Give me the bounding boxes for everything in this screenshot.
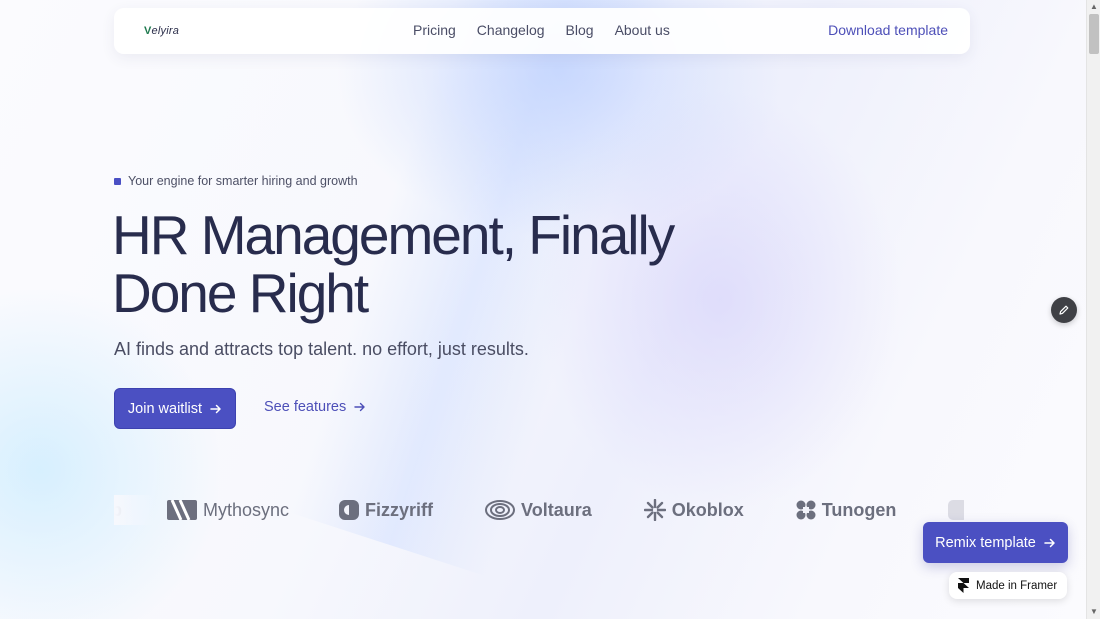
nav-link-blog[interactable]: Blog (566, 22, 594, 38)
pencil-icon (1059, 305, 1069, 315)
remix-template-button[interactable]: Remix template (923, 522, 1068, 563)
hero-subhead: AI finds and attracts top talent. no eff… (114, 339, 529, 359)
remix-template-label: Remix template (935, 534, 1036, 551)
client-logo-fizzyriff-name: Fizzyriff (365, 499, 434, 520)
marquee-fade-left (114, 495, 154, 525)
scroll-down-icon[interactable]: ▼ (1087, 605, 1100, 619)
page: Velyira Pricing Changelog Blog About us … (0, 0, 1086, 619)
nav-link-changelog[interactable]: Changelog (477, 22, 545, 38)
tagline-square-icon (114, 177, 121, 185)
see-features-link[interactable]: See features (264, 399, 366, 415)
made-in-framer-badge[interactable]: Made in Framer (949, 572, 1067, 599)
client-logo-faded (948, 495, 964, 525)
join-waitlist-button[interactable]: Join waitlist (114, 388, 236, 429)
arrow-right-icon (354, 402, 365, 412)
faded-logo-icon (948, 500, 964, 520)
client-logo-voltaura: Voltaura (485, 495, 592, 525)
tagline: Your engine for smarter hiring and growt… (128, 174, 358, 188)
nav-link-about-us[interactable]: About us (615, 22, 670, 38)
tunogen-icon (796, 500, 816, 520)
nav-links: Pricing Changelog Blog About us (413, 22, 670, 38)
join-waitlist-label: Join waitlist (127, 400, 203, 417)
framer-icon (958, 578, 969, 593)
page-scrollbar[interactable]: ▲ ▼ (1086, 0, 1100, 619)
top-navbar: Velyira Pricing Changelog Blog About us … (114, 8, 970, 54)
client-logos-track: op Mythosync Fizzyriff (114, 495, 964, 525)
hero-headline: HR Management, Finally Done Right (112, 204, 675, 324)
fizzyriff-icon (339, 500, 360, 520)
client-logo-okoblox-name: Okoblox (671, 499, 744, 520)
client-logos-marquee: op Mythosync Fizzyriff (114, 495, 964, 525)
client-logo-mythosync: Mythosync (167, 495, 289, 525)
client-logo-voltaura-name: Voltaura (521, 499, 592, 520)
download-template-link[interactable]: Download template (828, 22, 948, 38)
client-logo-tunogen-name: Tunogen (821, 499, 897, 520)
brand-logo[interactable]: Velyira (144, 25, 179, 37)
client-logo-mythosync-name: Mythosync (203, 499, 290, 520)
voltaura-icon (485, 500, 516, 520)
nav-link-pricing[interactable]: Pricing (413, 22, 456, 38)
tagline-row: Your engine for smarter hiring and growt… (114, 174, 358, 188)
arrow-right-icon (1044, 538, 1055, 547)
brand-logo-text: elyira (151, 25, 180, 37)
mythosync-icon (167, 500, 197, 520)
made-in-framer-label: Made in Framer (976, 579, 1058, 592)
scroll-up-icon[interactable]: ▲ (1087, 0, 1100, 14)
client-logo-tunogen: Tunogen (796, 495, 897, 525)
scrollbar-thumb[interactable] (1089, 14, 1099, 54)
see-features-label: See features (264, 399, 347, 415)
edit-pencil-button[interactable] (1051, 297, 1077, 323)
arrow-right-icon (210, 404, 221, 413)
okoblox-icon (643, 499, 666, 521)
brand-logo-initial: V (144, 25, 152, 37)
client-logo-fizzyriff: Fizzyriff (339, 495, 433, 525)
client-logo-okoblox: Okoblox (643, 495, 744, 525)
